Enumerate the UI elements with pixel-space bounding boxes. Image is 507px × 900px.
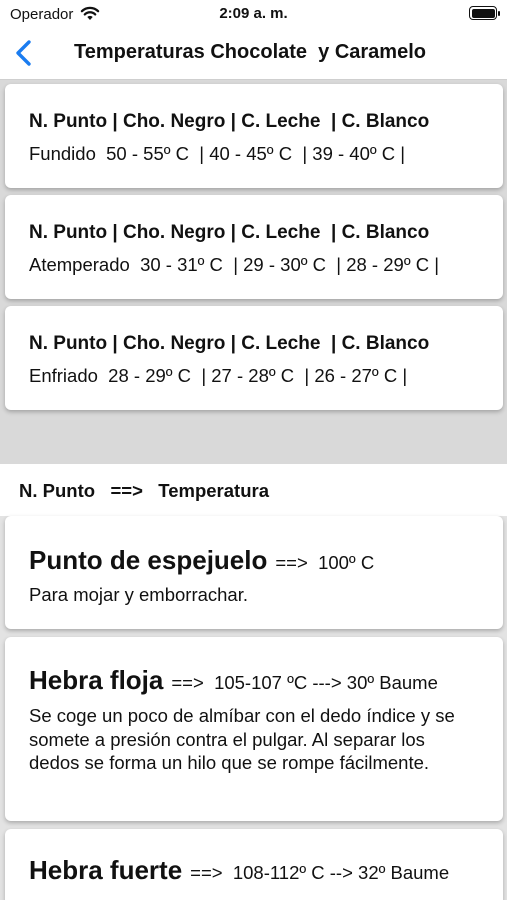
point-temperature: ==> 100º C: [275, 552, 375, 573]
card-values: Fundido 50 - 55º C | 40 - 45º C | 39 - 4…: [29, 143, 406, 164]
point-description: Se coge un poco de almíbar con el dedo í…: [29, 705, 455, 773]
melt-temperature-card: N. Punto | Cho. Negro | C. Leche | C. Bl…: [5, 84, 503, 188]
clock: 2:09 a. m.: [219, 5, 288, 22]
section-header: N. Punto ==> Temperatura: [0, 464, 507, 516]
section-label: N. Punto ==> Temperatura: [19, 480, 269, 501]
card-header: N. Punto | Cho. Negro | C. Leche | C. Bl…: [29, 111, 430, 132]
card-header: N. Punto | Cho. Negro | C. Leche | C. Bl…: [29, 222, 430, 243]
point-temperature: ==> 108-112º C --> 32º Baume: [190, 862, 450, 883]
point-name: Hebra fuerte: [29, 855, 183, 885]
card-values: Atemperado 30 - 31º C | 29 - 30º C | 28 …: [29, 254, 440, 275]
navigation-bar: Temperaturas Chocolate y Caramelo: [0, 28, 507, 80]
caramel-points-area: Punto de espejuelo ==> 100º C Para mojar …: [0, 516, 507, 900]
battery-icon: [469, 6, 500, 20]
content-scroll[interactable]: N. Punto | Cho. Negro | C. Leche | C. Bl…: [0, 80, 507, 900]
point-card-espejuelo: Punto de espejuelo ==> 100º C Para mojar …: [5, 516, 503, 629]
point-name: Hebra floja: [29, 665, 164, 695]
cooling-temperature-card: N. Punto | Cho. Negro | C. Leche | C. Bl…: [5, 306, 503, 410]
back-chevron-icon[interactable]: [10, 38, 40, 68]
point-card-hebra-fuerte: Hebra fuerte ==> 108-112º C --> 32º Baume: [5, 829, 503, 900]
page-title: Temperaturas Chocolate y Caramelo: [74, 41, 426, 63]
card-header: N. Punto | Cho. Negro | C. Leche | C. Bl…: [29, 333, 430, 354]
card-values: Enfriado 28 - 29º C | 27 - 28º C | 26 - …: [29, 365, 408, 386]
point-temperature: ==> 105-107 ºC ---> 30º Baume: [171, 672, 438, 693]
point-card-hebra-floja: Hebra floja ==> 105-107 ºC ---> 30º Baume…: [5, 637, 503, 821]
status-bar: Operador 2:09 a. m.: [0, 0, 507, 28]
point-name: Punto de espejuelo: [29, 545, 268, 575]
point-description: Para mojar y emborrachar.: [29, 584, 249, 605]
tempering-temperature-card: N. Punto | Cho. Negro | C. Leche | C. Bl…: [5, 195, 503, 299]
